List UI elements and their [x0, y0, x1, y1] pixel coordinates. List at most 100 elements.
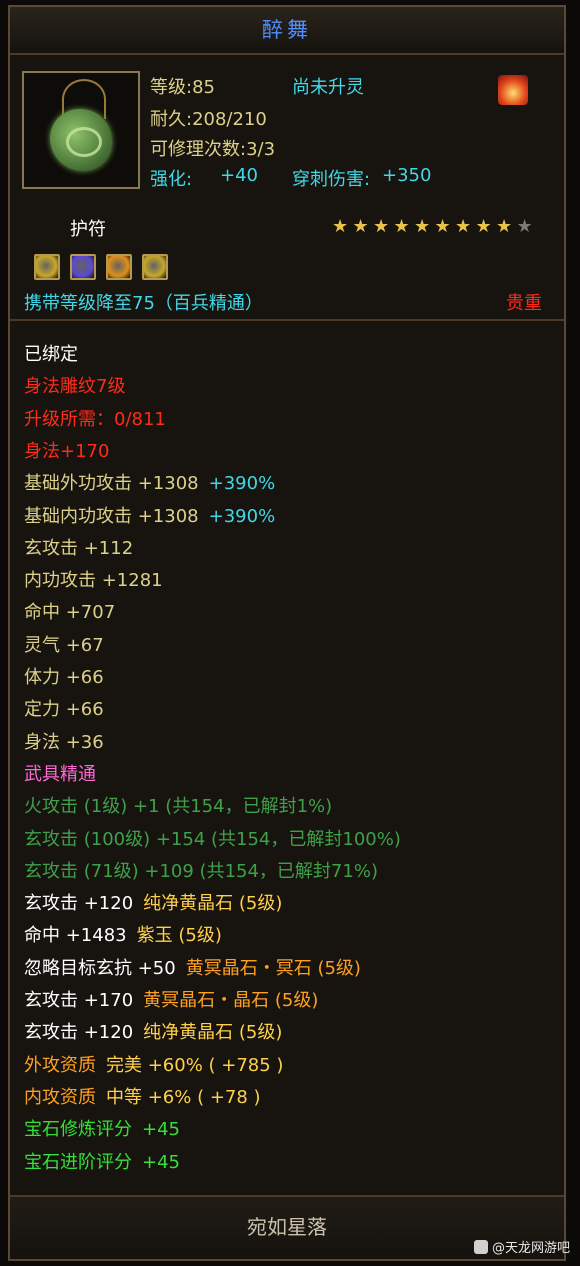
attribute-extra: 完美 +60% ( +785 ) [106, 1054, 284, 1076]
attribute-extra: +390% [208, 473, 276, 495]
attribute-row: 玄攻击 (100级) +154 (共154，已解封100%) [24, 826, 401, 854]
set-name: 宛如星落 [247, 1215, 327, 1239]
item-type: 护符 [70, 219, 106, 240]
star-filled-icon: ★ [393, 216, 410, 237]
pierce-label: 穿刺伤害: [292, 169, 371, 190]
attribute-text: 命中 +1483 [24, 925, 127, 947]
pierce-value: +350 [382, 165, 432, 186]
watermark-text: @天龙网游吧 [491, 1241, 570, 1256]
attribute-extra: 黄冥晶石・晶石 (5级) [143, 990, 319, 1011]
watermark: @天龙网游吧 [473, 1237, 570, 1256]
attribute-row: 忽略目标玄抗 +50 黄冥晶石・冥石 (5级) [24, 955, 361, 983]
jade-amulet-icon [50, 109, 112, 171]
attribute-text: 外攻资质 [24, 1054, 96, 1076]
attribute-extra: 中等 +6% ( +78 ) [106, 1086, 261, 1108]
star-filled-icon: ★ [352, 216, 369, 237]
attribute-row: 已绑定 [24, 341, 78, 369]
attribute-text: 身法雕纹7级 [24, 376, 126, 398]
attribute-text: 体力 +66 [24, 667, 104, 688]
spirit-status: 尚未升灵 [292, 77, 364, 98]
item-header: 等级:85 尚未升灵 耐久:208/210 可修理次数:3/3 强化: +40 … [10, 55, 564, 319]
durability: 耐久:208/210 [150, 109, 267, 130]
enhance-value: +40 [220, 165, 258, 186]
attribute-extra: 纯净黄晶石 (5级) [143, 1022, 283, 1044]
attribute-row: 升级所需：0/811 [24, 406, 166, 434]
attribute-text: 身法+170 [24, 440, 110, 462]
gem-orange-icon[interactable] [106, 254, 132, 280]
attribute-row: 命中 +1483 紫玉 (5级) [24, 922, 222, 950]
attribute-text: 宝石修炼评分 [24, 1119, 132, 1141]
attribute-row: 定力 +66 [24, 696, 104, 724]
attribute-text: 基础外功攻击 +1308 [24, 473, 199, 495]
attribute-row: 外攻资质 完美 +60% ( +785 ) [24, 1052, 283, 1080]
gem-purple-icon[interactable] [70, 254, 96, 280]
attribute-text: 灵气 +67 [24, 634, 104, 656]
attribute-text: 火攻击 (1级) +1 (共154，已解封1%) [24, 796, 333, 818]
gem-yellow-icon[interactable] [34, 254, 60, 280]
attribute-text: 武具精通 [24, 763, 96, 785]
attribute-row: 命中 +707 [24, 599, 115, 627]
attribute-text: 玄攻击 (100级) +154 (共154，已解封100%) [24, 828, 401, 850]
attribute-text: 玄攻击 (71级) +109 (共154，已解封71%) [24, 860, 378, 882]
star-filled-icon: ★ [332, 216, 349, 237]
attribute-row: 内功攻击 +1281 [24, 567, 163, 595]
attribute-extra: 紫玉 (5级) [136, 925, 222, 947]
attribute-extra: +390% [208, 505, 276, 527]
attribute-text: 宝石进阶评分 [24, 1151, 132, 1173]
attribute-row: 玄攻击 +120 纯净黄晶石 (5级) [24, 890, 282, 918]
star-filled-icon: ★ [475, 216, 492, 237]
attribute-row: 玄攻击 +112 [24, 535, 133, 563]
attribute-extra: +45 [142, 1119, 180, 1141]
attribute-row: 身法雕纹7级 [24, 373, 125, 401]
attribute-text: 定力 +66 [24, 699, 104, 721]
attribute-row: 身法 +36 [24, 729, 104, 757]
attribute-extra: +45 [142, 1151, 180, 1173]
attribute-row: 玄攻击 +170 黄冥晶石・晶石 (5级) [24, 987, 318, 1015]
star-filled-icon: ★ [455, 216, 472, 237]
enhance-label: 强化: [150, 169, 193, 190]
flame-icon [498, 75, 528, 105]
carry-level: 携带等级降至75（百兵精通） [24, 293, 263, 314]
attribute-text: 身法 +36 [24, 731, 104, 753]
gem-yellow-icon[interactable] [142, 254, 168, 280]
attribute-row: 内攻资质 中等 +6% ( +78 ) [24, 1084, 261, 1112]
attribute-text: 基础内功攻击 +1308 [24, 505, 199, 527]
rarity-badge: 贵重 [506, 293, 542, 314]
attribute-extra: 黄冥晶石・冥石 (5级) [185, 957, 361, 979]
attribute-row: 灵气 +67 [24, 632, 104, 660]
attribute-text: 玄攻击 +120 [24, 1022, 134, 1044]
star-filled-icon: ★ [496, 216, 513, 237]
star-empty-icon: ★ [516, 216, 533, 237]
attribute-row: 玄攻击 +120 纯净黄晶石 (5级) [24, 1019, 282, 1047]
attribute-row: 火攻击 (1级) +1 (共154，已解封1%) [24, 793, 332, 821]
attribute-text: 内功攻击 +1281 [24, 570, 163, 592]
repair-count: 可修理次数:3/3 [150, 139, 276, 160]
star-rating: ★ ★ ★ ★ ★ ★ ★ ★ ★ ★ [332, 217, 537, 236]
star-filled-icon: ★ [373, 216, 390, 237]
attribute-list: 已绑定身法雕纹7级升级所需：0/811 身法+170 基础外功攻击 +1308 +39… [10, 321, 564, 1201]
item-name: 醉舞 [10, 7, 564, 55]
attribute-row: 宝石修炼评分 +45 [24, 1116, 180, 1144]
attribute-text: 已绑定 [24, 344, 78, 365]
item-icon-frame [22, 71, 140, 189]
attribute-extra: 纯净黄晶石 (5级) [143, 893, 283, 915]
attribute-text: 玄攻击 +112 [24, 537, 134, 559]
attribute-row: 武具精通 [24, 761, 96, 789]
attribute-row: 体力 +66 [24, 664, 104, 692]
attribute-row: 玄攻击 (71级) +109 (共154，已解封71%) [24, 858, 378, 886]
attribute-text: 玄攻击 +170 [24, 990, 134, 1011]
attribute-text: 玄攻击 +120 [24, 893, 134, 915]
attribute-row: 宝石进阶评分 +45 [24, 1149, 180, 1177]
item-tooltip: 醉舞 等级:85 尚未升灵 耐久:208/210 可修理次数:3/3 强化: +… [8, 5, 566, 1261]
attribute-text: 升级所需：0/811 [24, 408, 166, 430]
attribute-text: 忽略目标玄抗 +50 [24, 957, 176, 979]
weibo-icon [473, 1240, 488, 1254]
star-filled-icon: ★ [434, 216, 451, 237]
star-filled-icon: ★ [414, 216, 431, 237]
attribute-text: 内攻资质 [24, 1086, 96, 1108]
attribute-row: 基础内功攻击 +1308 +390% [24, 503, 275, 531]
attribute-text: 命中 +707 [24, 602, 116, 624]
item-level: 等级:85 [150, 77, 215, 98]
attribute-row: 身法+170 [24, 438, 109, 466]
attribute-row: 基础外功攻击 +1308 +390% [24, 470, 275, 498]
